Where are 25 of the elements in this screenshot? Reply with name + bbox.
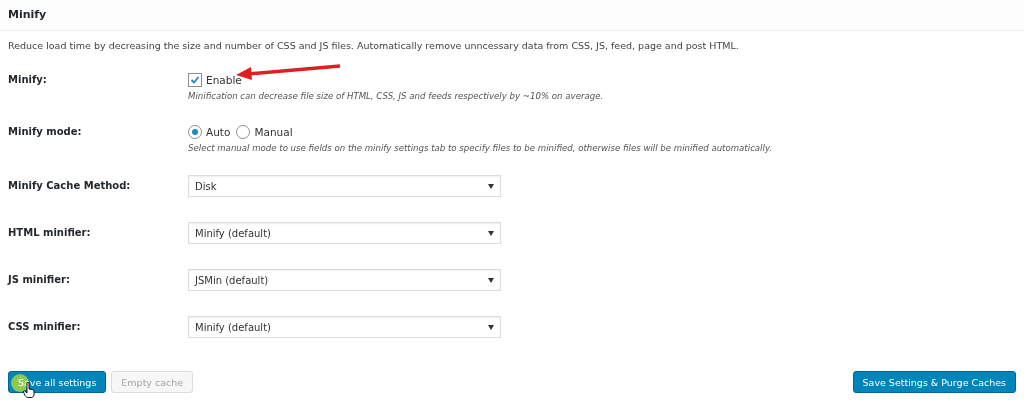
select-field[interactable]: JSMin (default) (188, 269, 501, 291)
caret-icon (488, 183, 494, 189)
select-field[interactable]: Minify (default) (188, 222, 501, 244)
select-field[interactable]: Minify (default) (188, 316, 501, 338)
radio-button[interactable] (188, 125, 202, 139)
caret-icon (488, 230, 494, 236)
checkbox-label: Enable (206, 74, 242, 86)
save-purge-button[interactable]: Save Settings & Purge Caches (852, 371, 1016, 393)
caret-icon (488, 324, 494, 330)
select-field[interactable]: Disk (188, 175, 501, 197)
setting-label: CSS minifier: (8, 320, 82, 334)
section-description: Reduce load time by decreasing the size and number of CSS and JS files. Automatically remove unncessary data from CSS, JS, feed, page and post HTML. (8, 39, 740, 53)
setting-label: Minify Cache Method: (8, 179, 132, 193)
radio-label: Manual (254, 126, 293, 138)
setting-label: Minify: (8, 73, 48, 87)
radio-button[interactable] (236, 125, 251, 139)
setting-label: HTML minifier: (8, 226, 92, 240)
section-title: Minify (8, 7, 48, 23)
help-text: Minification can decrease file size of HTML, CSS, JS and feeds respectively by ~10% on average. (188, 91, 604, 101)
help-text: Select manual mode to use fields on the minify settings tab to specify files to be minified, otherwise files will be minified automatically. (188, 143, 773, 153)
enable-checkbox[interactable] (188, 73, 202, 87)
radio-label: Auto (206, 126, 231, 138)
setting-label: JS minifier: (8, 273, 71, 287)
caret-icon (488, 277, 494, 283)
setting-label: Minify mode: (8, 125, 83, 139)
